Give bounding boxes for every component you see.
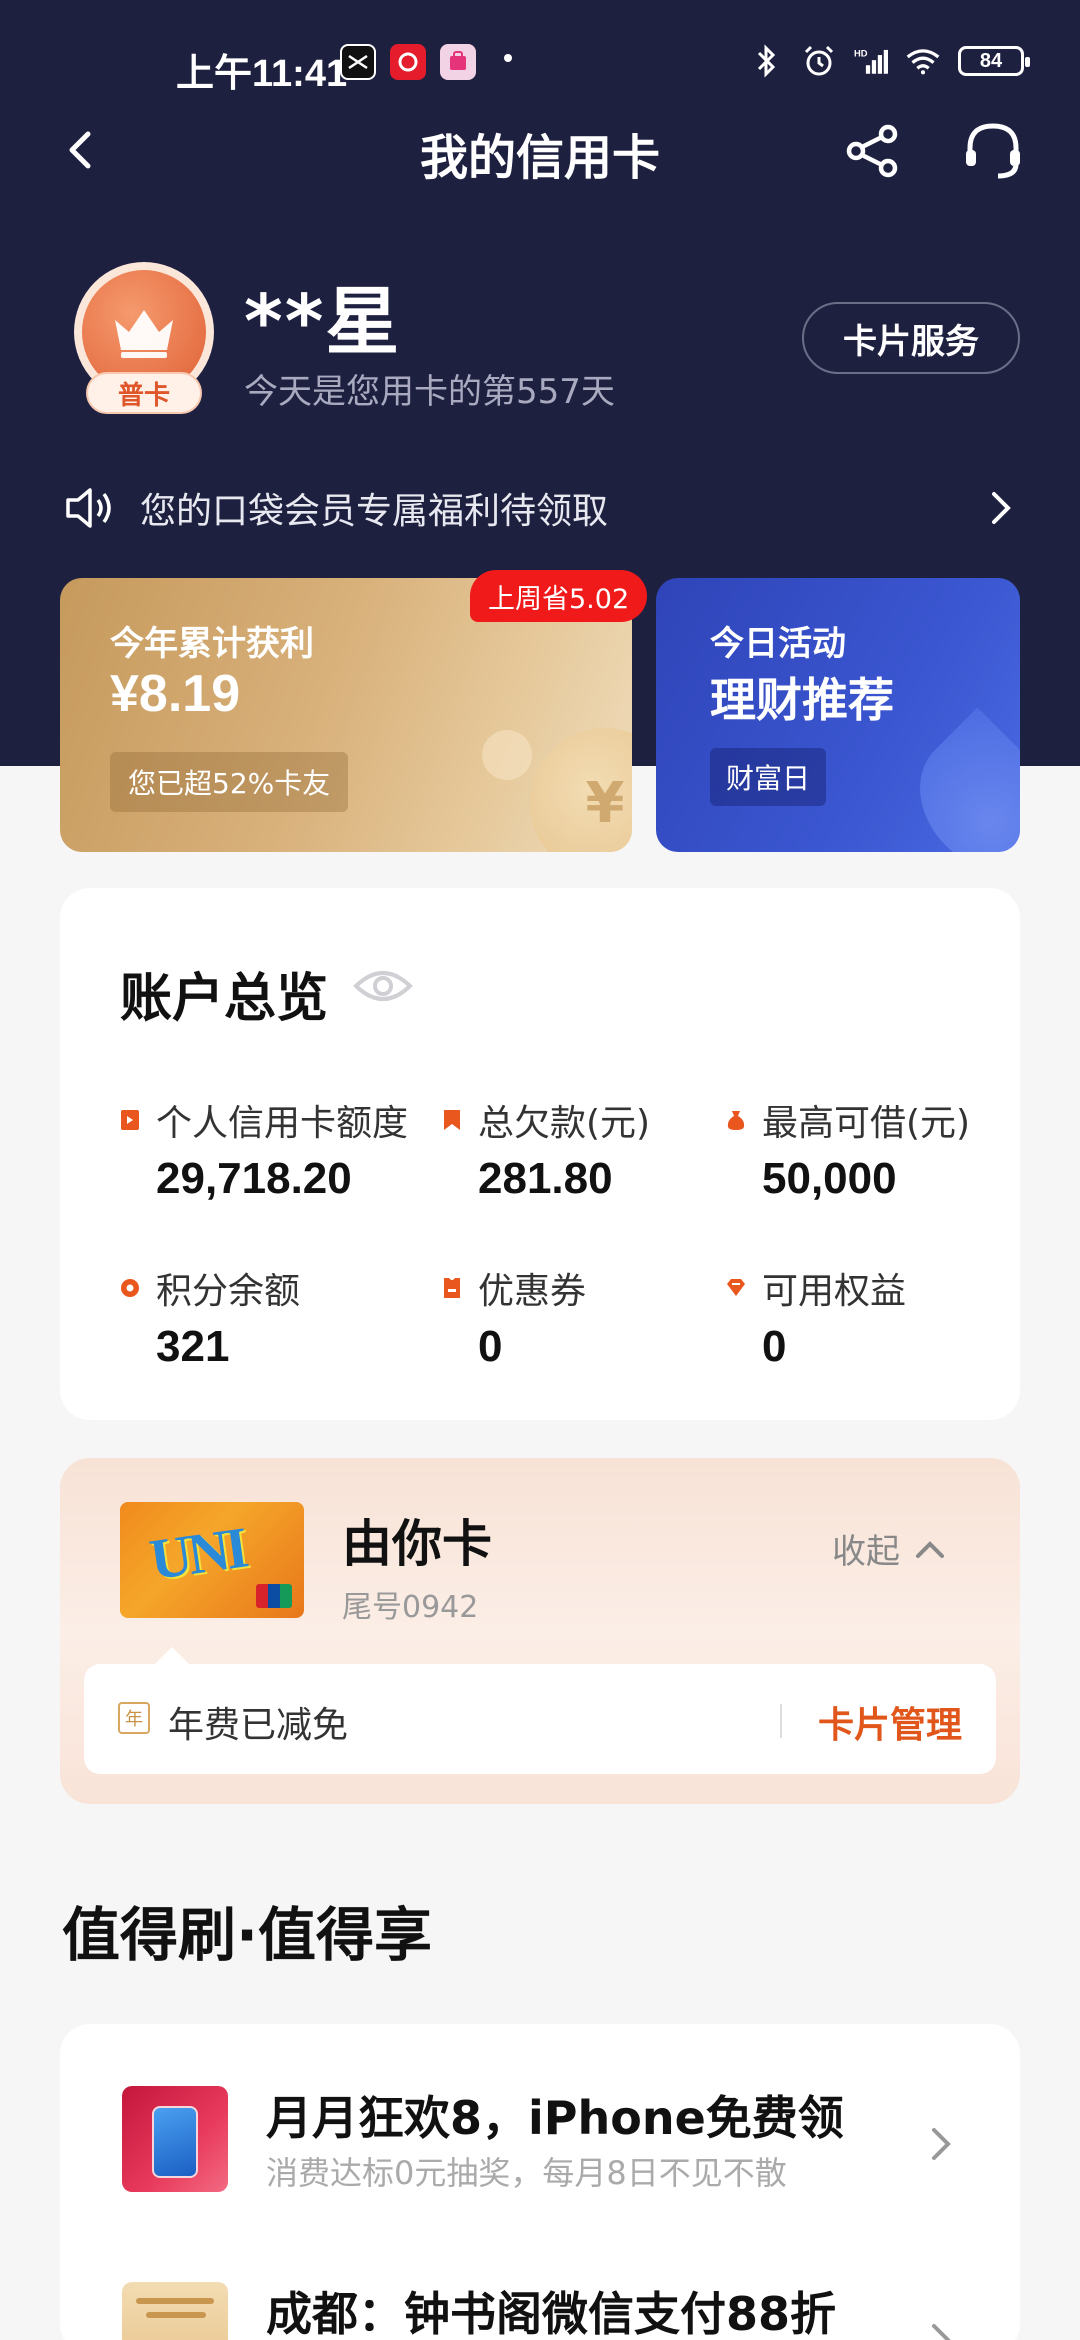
points-coin-icon — [121, 1279, 139, 1297]
iphone-promo-thumb — [122, 2086, 228, 2192]
card-info-bar: 年 年费已减免 卡片管理 — [84, 1664, 996, 1774]
today-activity-card[interactable]: 今日活动 理财推荐 财富日 — [656, 578, 1020, 852]
chevron-right-icon — [932, 2128, 951, 2160]
list-item-title: 成都：钟书阁微信支付88折 — [266, 2287, 837, 2340]
unionpay-logo-icon — [256, 1584, 292, 1608]
capcut-app-icon — [340, 44, 376, 80]
annual-fee-status: 年费已减免 — [168, 1705, 349, 1746]
yearly-savings-value: ¥8.19 — [110, 665, 241, 723]
account-overview-title: 账户总览 — [120, 969, 329, 1029]
metric-benefits[interactable]: 可用权益 0 — [726, 1262, 906, 1372]
metric-max-borrow[interactable]: 最高可借(元) 50,000 — [726, 1094, 970, 1204]
alarm-icon — [802, 44, 836, 78]
credit-limit-icon — [121, 1110, 139, 1130]
collapse-button[interactable]: 收起 — [832, 1524, 948, 1573]
collapse-label: 收起 — [832, 1532, 900, 1572]
battery-indicator: 84 — [958, 46, 1030, 76]
card-image[interactable]: UNI — [120, 1502, 304, 1618]
water-drop-decor-icon — [892, 707, 1020, 852]
account-overview-card: 账户总览 个人信用卡额度 29,718.20 总欠款(元) 281.80 最高可… — [60, 888, 1020, 1420]
system-status-icons: HD 84 — [750, 44, 1030, 78]
coin-decor-icon: ¥ — [530, 728, 632, 852]
yearly-savings-label: 今年累计获利 — [110, 624, 314, 664]
metric-coupons[interactable]: 优惠券 0 — [442, 1262, 586, 1372]
metric-label: 优惠券 — [478, 1271, 587, 1312]
list-item[interactable]: 月月狂欢8，iPhone免费领 消费达标0元抽奖，每月8日不见不散 — [60, 2086, 1020, 2216]
notification-icons — [340, 44, 476, 80]
metric-value: 50,000 — [762, 1154, 897, 1203]
metric-value: 281.80 — [478, 1154, 613, 1203]
list-item-subtitle: 消费达标0元抽奖，每月8日不见不散 — [266, 2154, 787, 2192]
recommend-section-title: 值得刷·值得享 — [62, 1901, 433, 1969]
decor-bubble — [482, 730, 532, 780]
recommend-list: 月月狂欢8，iPhone免费领 消费达标0元抽奖，每月8日不见不散 成都：钟书阁… — [60, 2024, 1020, 2340]
metric-label: 可用权益 — [762, 1271, 907, 1312]
card-usage-days: 今天是您用卡的第557天 — [244, 372, 615, 412]
bookmark-icon — [444, 1110, 460, 1130]
card-manage-link[interactable]: 卡片管理 — [818, 1696, 962, 1748]
money-bag-icon — [727, 1111, 745, 1130]
member-benefit-notice[interactable]: 您的口袋会员专属福利待领取 — [64, 476, 1020, 540]
card-service-button[interactable]: 卡片服务 — [802, 302, 1020, 374]
headset-icon — [966, 123, 1020, 179]
notice-text: 您的口袋会员专属福利待领取 — [140, 491, 609, 532]
metric-label: 积分余额 — [156, 1271, 301, 1312]
metric-points-balance[interactable]: 积分余额 321 — [120, 1262, 300, 1372]
eye-toggle-icon[interactable] — [352, 964, 414, 1008]
more-notifications-dot — [504, 54, 512, 62]
divider — [780, 1704, 782, 1738]
today-activity-title: 理财推荐 — [710, 673, 894, 727]
chevron-right-icon — [932, 2324, 951, 2340]
metric-value: 321 — [156, 1322, 230, 1371]
page-title: 我的信用卡 — [419, 130, 660, 186]
annual-fee-icon: 年 — [118, 1702, 150, 1734]
list-item-title: 月月狂欢8，iPhone免费领 — [266, 2091, 844, 2145]
metric-credit-limit[interactable]: 个人信用卡额度 29,718.20 — [120, 1094, 408, 1204]
metric-total-debt[interactable]: 总欠款(元) 281.80 — [442, 1094, 650, 1204]
customer-service-button[interactable] — [960, 118, 1026, 184]
savings-rank-chip: 您已超52%卡友 — [110, 752, 349, 812]
card-art-text: UNI — [145, 1514, 249, 1593]
share-button[interactable] — [842, 120, 904, 182]
store-app-icon — [440, 44, 476, 80]
credit-card-panel: UNI 由你卡 尾号0942 收起 年 年费已减免 卡片管理 — [60, 1458, 1020, 1804]
signal-hd-icon: HD — [854, 44, 888, 78]
bluetooth-icon — [750, 44, 784, 78]
wifi-icon — [906, 44, 940, 78]
metric-label: 总欠款(元) — [478, 1103, 651, 1144]
speaker-icon — [66, 488, 111, 528]
card-tail-number: 尾号0942 — [342, 1590, 479, 1625]
card-level-badge: 普卡 — [86, 372, 202, 414]
card-name: 由你卡 — [342, 1515, 492, 1573]
crown-icon — [115, 310, 173, 358]
status-time: 上午11:41 — [176, 53, 348, 95]
weekly-savings-badge: 上周省5.02 — [470, 570, 648, 622]
diamond-icon — [727, 1279, 745, 1296]
metric-label: 个人信用卡额度 — [156, 1103, 409, 1144]
coupon-icon — [444, 1278, 460, 1298]
metric-value: 29,718.20 — [156, 1154, 352, 1203]
bookstore-promo-thumb — [122, 2282, 228, 2340]
status-bar: 上午11:41 HD 84 — [0, 0, 1080, 130]
share-icon — [846, 124, 898, 178]
wealth-day-chip: 财富日 — [710, 748, 827, 806]
metric-label: 最高可借(元) — [762, 1103, 971, 1144]
chevron-up-icon — [916, 1540, 944, 1558]
chevron-right-icon — [992, 492, 1011, 524]
netease-music-app-icon — [390, 44, 426, 80]
user-name: **星 — [244, 279, 402, 365]
list-item[interactable]: 成都：钟书阁微信支付88折 — [60, 2282, 1020, 2340]
svg-text:HD: HD — [854, 49, 868, 59]
today-activity-label: 今日活动 — [710, 624, 846, 664]
metric-value: 0 — [478, 1322, 503, 1371]
metric-value: 0 — [762, 1322, 787, 1371]
